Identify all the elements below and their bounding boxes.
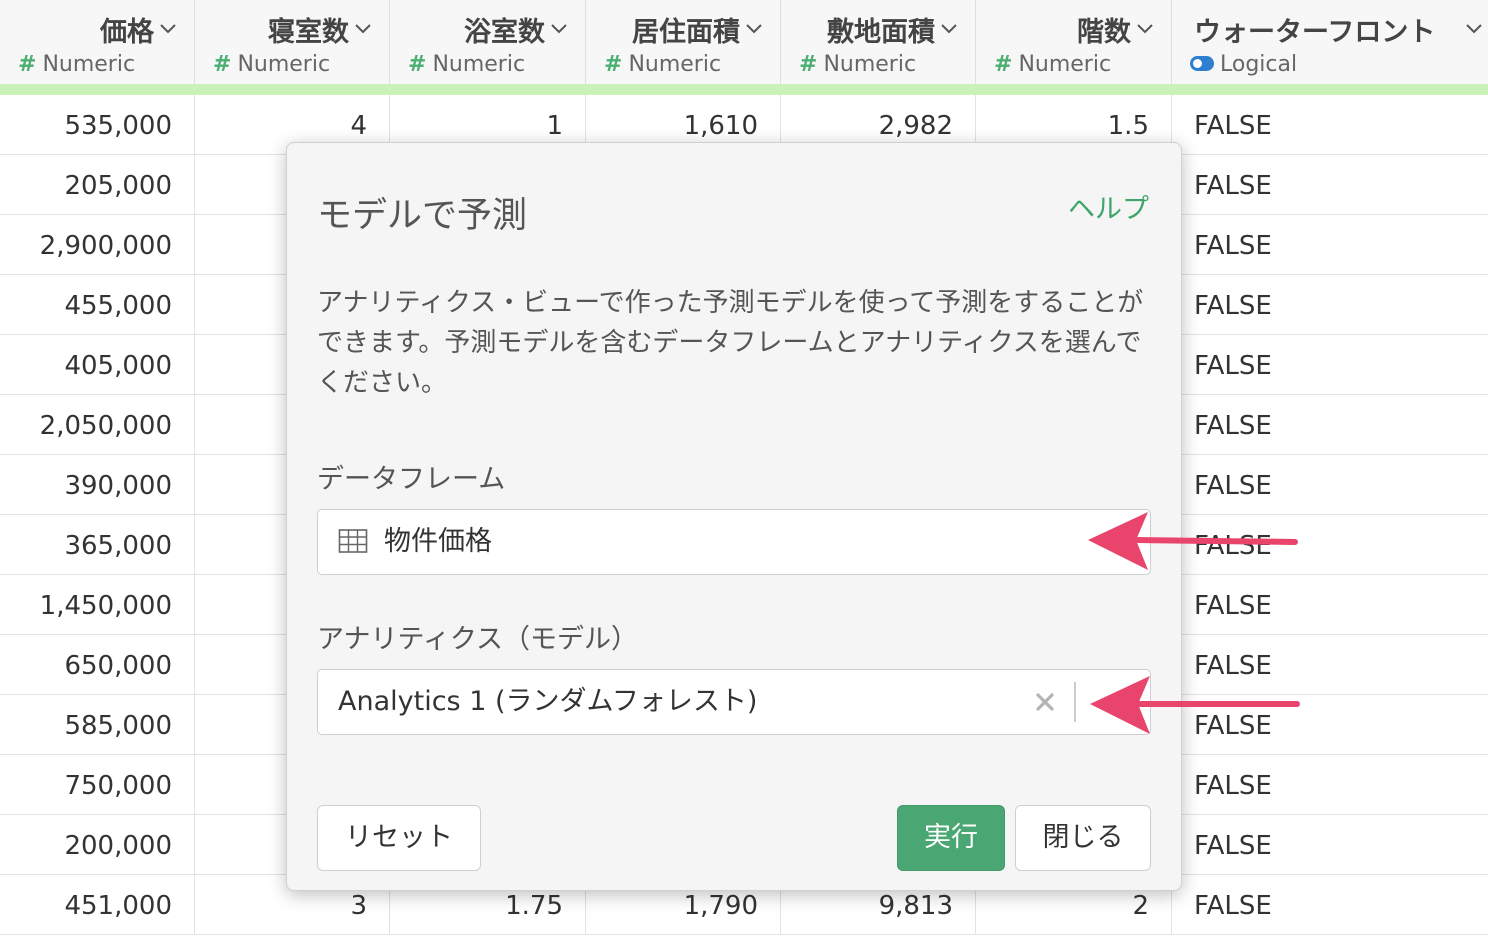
waterfront-cell[interactable]: FALSE: [1172, 215, 1488, 275]
hash-icon: #: [799, 52, 818, 77]
chevron-down-icon[interactable]: [547, 16, 571, 40]
toggle-icon: [1190, 55, 1214, 71]
price-cell[interactable]: 405,000: [0, 335, 195, 395]
column-header-bedrooms[interactable]: 寝室数 # Numeric: [195, 0, 390, 84]
column-type: # Numeric: [18, 52, 136, 77]
waterfront-cell[interactable]: FALSE: [1172, 395, 1488, 455]
analytics-select[interactable]: Analytics 1 (ランダムフォレスト): [317, 669, 1151, 735]
dataframe-value: 物件価格: [384, 526, 492, 557]
price-cell[interactable]: 365,000: [0, 515, 195, 575]
hash-icon: #: [18, 52, 37, 77]
chevron-down-icon[interactable]: [1133, 16, 1157, 40]
column-type: Logical: [1190, 52, 1297, 77]
price-cell[interactable]: 1,450,000: [0, 575, 195, 635]
chevron-down-icon[interactable]: [1462, 16, 1486, 40]
close-button[interactable]: 閉じる: [1015, 805, 1151, 871]
waterfront-cell[interactable]: FALSE: [1172, 155, 1488, 215]
column-type: # Numeric: [213, 52, 331, 77]
price-cell[interactable]: 2,900,000: [0, 215, 195, 275]
dialog-description: アナリティクス・ビューで作った予測モデルを使って予測をすることができます。予測モ…: [317, 288, 1144, 398]
price-cell[interactable]: 200,000: [0, 815, 195, 875]
table-icon: [338, 529, 368, 553]
run-button[interactable]: 実行: [897, 805, 1005, 871]
column-name: 価格: [100, 17, 154, 48]
select-divider: [1074, 682, 1076, 722]
reset-button[interactable]: リセット: [317, 805, 481, 871]
clear-icon[interactable]: [1030, 687, 1060, 717]
column-name: 寝室数: [268, 17, 349, 48]
column-name: ウォーターフロント: [1194, 17, 1436, 48]
chevron-down-icon[interactable]: [156, 16, 180, 40]
help-link[interactable]: ヘルプ: [1068, 187, 1149, 226]
column-header-bathrooms[interactable]: 浴室数 # Numeric: [390, 0, 586, 84]
waterfront-cell[interactable]: FALSE: [1172, 755, 1488, 815]
annotation-arrow-icon: [1088, 512, 1298, 570]
price-cell[interactable]: 2,050,000: [0, 395, 195, 455]
chevron-down-icon[interactable]: [742, 16, 766, 40]
column-type: # Numeric: [799, 52, 917, 77]
column-header-price[interactable]: 価格 # Numeric: [0, 0, 195, 84]
price-cell[interactable]: 535,000: [0, 95, 195, 155]
chevron-down-icon[interactable]: [937, 16, 961, 40]
column-name: 居住面積: [632, 17, 740, 48]
chevron-down-icon[interactable]: [351, 16, 375, 40]
price-cell[interactable]: 451,000: [0, 875, 195, 935]
analytics-value: Analytics 1 (ランダムフォレスト): [338, 686, 758, 717]
hash-icon: #: [213, 52, 232, 77]
annotation-arrow-icon: [1090, 676, 1300, 734]
price-cell[interactable]: 455,000: [0, 275, 195, 335]
price-cell[interactable]: 750,000: [0, 755, 195, 815]
header-accent-bar: [0, 84, 1488, 95]
column-name: 浴室数: [464, 17, 545, 48]
hash-icon: #: [994, 52, 1013, 77]
column-type: # Numeric: [408, 52, 526, 77]
column-header-waterfront[interactable]: ウォーターフロント Logical: [1172, 0, 1488, 84]
hash-icon: #: [408, 52, 427, 77]
hash-icon: #: [604, 52, 623, 77]
predict-with-model-dialog: モデルで予測 ヘルプ アナリティクス・ビューで作った予測モデルを使って予測をする…: [286, 142, 1182, 891]
analytics-label: アナリティクス（モデル）: [317, 624, 639, 655]
dataframe-label: データフレーム: [317, 464, 506, 495]
dataframe-select[interactable]: 物件価格: [317, 509, 1151, 575]
dialog-title: モデルで予測: [317, 196, 528, 236]
price-cell[interactable]: 205,000: [0, 155, 195, 215]
column-type: # Numeric: [604, 52, 722, 77]
column-header-floors[interactable]: 階数 # Numeric: [976, 0, 1172, 84]
price-cell[interactable]: 585,000: [0, 695, 195, 755]
waterfront-cell[interactable]: FALSE: [1172, 275, 1488, 335]
column-name: 敷地面積: [827, 17, 935, 48]
waterfront-cell[interactable]: FALSE: [1172, 575, 1488, 635]
price-cell[interactable]: 650,000: [0, 635, 195, 695]
column-header-living-area[interactable]: 居住面積 # Numeric: [586, 0, 781, 84]
column-name: 階数: [1077, 17, 1131, 48]
waterfront-cell[interactable]: FALSE: [1172, 95, 1488, 155]
waterfront-cell[interactable]: FALSE: [1172, 875, 1488, 935]
waterfront-cell[interactable]: FALSE: [1172, 815, 1488, 875]
waterfront-cell[interactable]: FALSE: [1172, 335, 1488, 395]
column-type: # Numeric: [994, 52, 1112, 77]
price-cell[interactable]: 390,000: [0, 455, 195, 515]
column-header-lot-area[interactable]: 敷地面積 # Numeric: [781, 0, 976, 84]
column-header-row: 価格 # Numeric 寝室数 # Numeric 浴室数 # Numeric 居住…: [0, 0, 1488, 85]
